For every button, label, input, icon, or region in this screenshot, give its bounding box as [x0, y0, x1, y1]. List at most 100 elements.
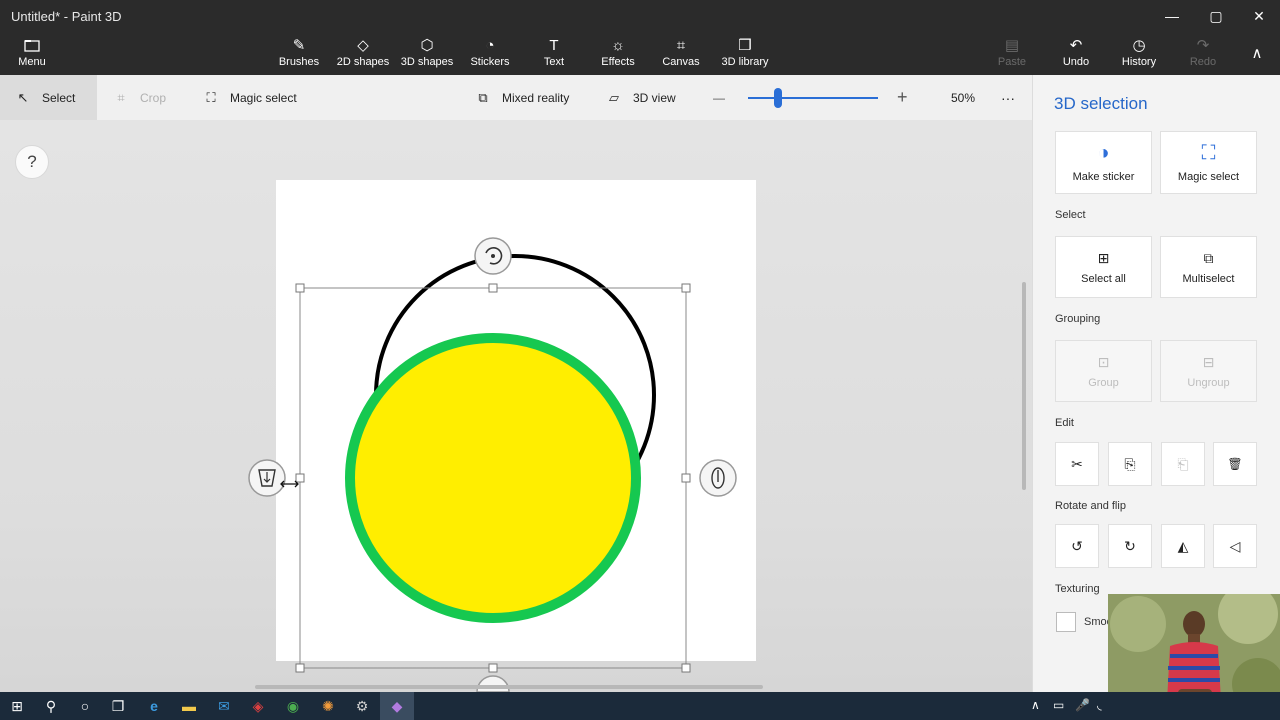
- task-view-button[interactable]: ❐: [101, 692, 135, 720]
- zoom-in-button[interactable]: +: [897, 75, 913, 120]
- library-icon: ❒: [738, 37, 752, 54]
- resize-handle-right[interactable]: [681, 473, 691, 483]
- select-tool[interactable]: ↖ Select: [0, 75, 97, 120]
- blender-icon: ✺: [322, 697, 334, 714]
- folder-icon: ▬: [182, 698, 196, 714]
- text-button[interactable]: T Text: [538, 34, 570, 69]
- vertical-scrollbar[interactable]: [1022, 282, 1026, 490]
- magic-select-icon: ⛶: [206, 89, 216, 105]
- zoom-slider-thumb[interactable]: [773, 88, 782, 108]
- start-button[interactable]: ⊞: [0, 692, 34, 720]
- make-sticker-button[interactable]: ◑ Make sticker: [1055, 131, 1152, 194]
- search-button[interactable]: ⚲: [34, 692, 68, 720]
- 2d-shapes-button[interactable]: ◇ 2D shapes: [335, 34, 391, 68]
- edge-icon: e: [150, 698, 158, 714]
- cut-button[interactable]: ✂: [1055, 442, 1099, 486]
- mcafee-taskbar-button[interactable]: ◈: [241, 692, 275, 720]
- title-bar: Untitled* - Paint 3D — ▢ ✕: [0, 0, 1280, 34]
- rotate-left-button[interactable]: ↺: [1055, 524, 1099, 568]
- zoom-level: 50%: [951, 90, 976, 105]
- redo-button[interactable]: ↷ Redo: [1186, 34, 1220, 68]
- magic-select-panel-label: Magic select: [1177, 171, 1240, 183]
- more-options-button[interactable]: ···: [1001, 75, 1021, 120]
- gear-icon: ⚙: [355, 697, 369, 714]
- paste-panel-button[interactable]: ⎗: [1161, 442, 1205, 486]
- resize-handle-bottom-right[interactable]: [681, 663, 691, 673]
- flip-horizontal-button[interactable]: ◭: [1161, 524, 1205, 568]
- canvas-workspace[interactable]: ?: [0, 120, 1032, 692]
- 3d-shapes-button[interactable]: ⬡ 3D shapes: [399, 34, 455, 68]
- magic-select-label: Magic select: [230, 90, 297, 105]
- texturing-section-label: Texturing: [1055, 583, 1100, 595]
- chrome-taskbar-button[interactable]: ◉: [276, 692, 310, 720]
- rotate-x-handle[interactable]: [476, 675, 510, 692]
- resize-handle-top-right[interactable]: [681, 283, 691, 293]
- tray-overflow-icon[interactable]: ∧: [1031, 698, 1040, 712]
- chevron-up-icon: ∧: [1251, 45, 1263, 62]
- flip-vertical-button[interactable]: ◁: [1213, 524, 1257, 568]
- paint3d-icon: ◆: [391, 697, 403, 714]
- smooth-checkbox[interactable]: [1056, 612, 1076, 632]
- shapes-2d-icon: ◇: [357, 37, 369, 54]
- copy-button[interactable]: ⎘: [1108, 442, 1152, 486]
- paint3d-taskbar-button[interactable]: ◆: [380, 692, 414, 720]
- task-view-icon: ❐: [111, 697, 125, 714]
- zoom-slider[interactable]: [748, 97, 878, 99]
- group-button[interactable]: ⊡ Group: [1055, 340, 1152, 402]
- edge-taskbar-button[interactable]: e: [137, 692, 171, 720]
- battery-icon[interactable]: ▭: [1053, 698, 1064, 712]
- delete-button[interactable]: 🗑: [1213, 442, 1257, 486]
- zoom-out-button[interactable]: —: [713, 75, 729, 120]
- resize-handle-left[interactable]: [295, 473, 305, 483]
- undo-button[interactable]: ↶ Undo: [1058, 34, 1094, 68]
- multiselect-label: Multiselect: [1182, 272, 1235, 285]
- cortana-button[interactable]: ○: [68, 692, 102, 720]
- rotate-right-button[interactable]: ↻: [1108, 524, 1152, 568]
- rotate-z-handle[interactable]: [474, 237, 512, 275]
- brush-icon: ✎: [292, 37, 306, 54]
- resize-handle-top[interactable]: [488, 283, 498, 293]
- explorer-taskbar-button[interactable]: ▬: [172, 692, 206, 720]
- mail-taskbar-button[interactable]: ✉: [207, 692, 241, 720]
- 3d-view-button[interactable]: ▱ 3D view: [605, 75, 685, 120]
- mixed-reality-button[interactable]: ⧉ Mixed reality: [474, 75, 584, 120]
- effects-button[interactable]: ☼ Effects: [598, 34, 638, 69]
- network-icon[interactable]: ◟: [1097, 698, 1102, 712]
- depth-handle[interactable]: [248, 459, 299, 497]
- paste-label: Paste: [997, 56, 1027, 68]
- menu-button[interactable]: Menu: [12, 34, 52, 68]
- minimize-button[interactable]: —: [1150, 0, 1194, 32]
- horizontal-scrollbar[interactable]: [255, 685, 763, 689]
- canvas-button[interactable]: ⌗ Canvas: [661, 34, 701, 69]
- close-button[interactable]: ✕: [1237, 0, 1280, 32]
- magic-select-panel-button[interactable]: ⛶ Magic select: [1160, 131, 1257, 194]
- blender-taskbar-button[interactable]: ✺: [311, 692, 345, 720]
- crop-tool[interactable]: ⌗ Crop: [112, 75, 182, 120]
- magic-select-tool[interactable]: ⛶ Magic select: [202, 75, 312, 120]
- settings-taskbar-button[interactable]: ⚙: [345, 692, 379, 720]
- microphone-icon[interactable]: 🎤: [1075, 698, 1090, 712]
- stickers-label: Stickers: [470, 56, 510, 68]
- history-button[interactable]: ◷ History: [1119, 34, 1159, 68]
- resize-handle-bottom[interactable]: [488, 663, 498, 673]
- canvas-icon: ⌗: [676, 36, 686, 54]
- paste-button[interactable]: ▤ Paste: [994, 34, 1030, 68]
- sun-icon: ☼: [611, 36, 625, 54]
- rotate-y-handle[interactable]: [699, 459, 737, 497]
- history-icon: ◷: [1132, 37, 1146, 54]
- resize-handle-bottom-left[interactable]: [295, 663, 305, 673]
- mixed-reality-icon: ⧉: [478, 89, 488, 105]
- maximize-button[interactable]: ▢: [1194, 0, 1238, 32]
- ungroup-button[interactable]: ⊟ Ungroup: [1160, 340, 1257, 402]
- resize-handle-top-left[interactable]: [295, 283, 305, 293]
- multiselect-button[interactable]: ⧉ Multiselect: [1160, 236, 1257, 298]
- yellow-circle-shape[interactable]: [345, 333, 641, 623]
- 3d-library-button[interactable]: ❒ 3D library: [718, 34, 772, 68]
- stickers-button[interactable]: ◔ Stickers: [468, 34, 512, 69]
- clipboard-icon: ▤: [1004, 37, 1020, 54]
- text-icon: T: [549, 36, 559, 54]
- panel-title: 3D selection: [1054, 94, 1148, 113]
- select-all-button[interactable]: ⊞ Select all: [1055, 236, 1152, 298]
- brushes-button[interactable]: ✎ Brushes: [276, 34, 322, 68]
- collapse-ribbon-button[interactable]: ∧: [1246, 42, 1268, 64]
